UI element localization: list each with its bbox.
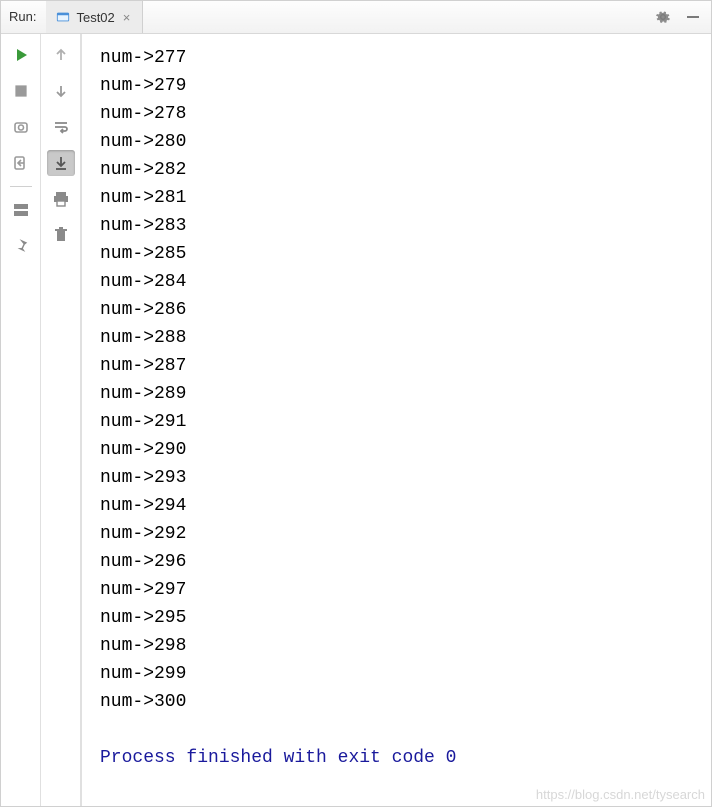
layout-button[interactable] [7, 197, 35, 223]
tab-label: Test02 [76, 10, 114, 25]
tab-test02[interactable]: Test02 × [46, 1, 143, 33]
tab-close-button[interactable]: × [121, 10, 133, 25]
exit-button[interactable] [7, 150, 35, 176]
body: num->277 num->279 num->278 num->280 num-… [1, 34, 711, 806]
down-button[interactable] [47, 78, 75, 104]
clear-all-button[interactable] [47, 222, 75, 248]
rerun-button[interactable] [7, 42, 35, 68]
console-output[interactable]: num->277 num->279 num->278 num->280 num-… [82, 34, 711, 806]
topbar: Run: Test02 × [1, 1, 711, 34]
up-button[interactable] [47, 42, 75, 68]
run-tool-window: Run: Test02 × [0, 0, 712, 807]
console-area: num->277 num->279 num->278 num->280 num-… [81, 34, 711, 806]
pin-button[interactable] [7, 233, 35, 259]
run-label: Run: [1, 1, 46, 33]
run-config-icon [56, 10, 70, 24]
separator [10, 186, 32, 187]
print-button[interactable] [47, 186, 75, 212]
scroll-to-end-button[interactable] [47, 150, 75, 176]
gutter-secondary [41, 34, 81, 806]
soft-wrap-button[interactable] [47, 114, 75, 140]
gutter-left [1, 34, 41, 806]
gear-icon[interactable] [655, 9, 671, 25]
exit-message: Process finished with exit code 0 [100, 748, 456, 768]
dump-threads-button[interactable] [7, 114, 35, 140]
hide-icon[interactable] [685, 9, 701, 25]
topbar-right [655, 9, 711, 25]
stop-button[interactable] [7, 78, 35, 104]
